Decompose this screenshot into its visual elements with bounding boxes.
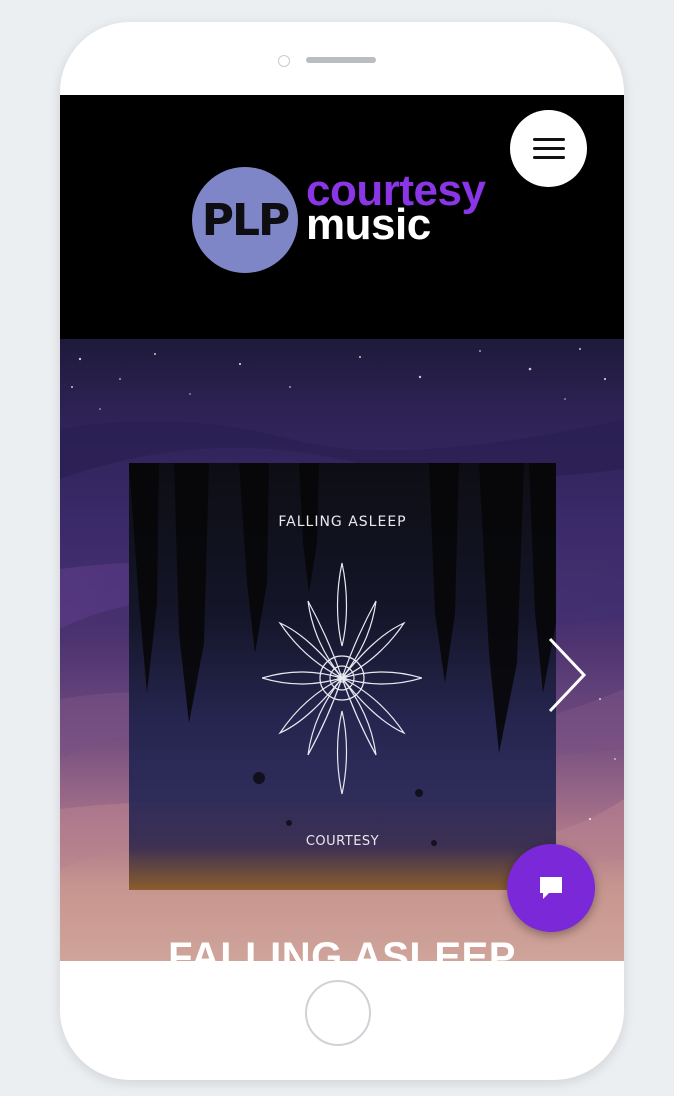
menu-button[interactable]	[510, 110, 587, 187]
logo-text-music: music	[306, 200, 431, 249]
logo-monogram: PLP	[201, 194, 291, 246]
chevron-right-icon[interactable]	[544, 635, 590, 715]
chat-button[interactable]	[507, 844, 595, 932]
hamburger-menu-icon-bar	[532, 156, 565, 159]
front-camera	[278, 55, 290, 67]
earpiece-speaker	[306, 57, 376, 63]
site-logo[interactable]: PLP courtesy music	[192, 167, 492, 277]
album-cover-artist: COURTESY	[305, 834, 380, 849]
song-title: FALLING ASLEEP	[168, 935, 516, 961]
site-header: PLP courtesy music	[60, 95, 624, 339]
chat-bubble-icon	[540, 877, 562, 899]
hamburger-menu-icon-bar	[532, 147, 565, 150]
phone-screen: PLP courtesy music FALLING ASLEEP COURTE…	[60, 95, 624, 961]
logo-monogram-circle: PLP	[192, 167, 298, 273]
album-cover[interactable]: FALLING ASLEEP COURTESY	[129, 463, 556, 890]
mandala-icon	[262, 562, 422, 795]
home-button[interactable]	[305, 980, 371, 1046]
album-cover-title: FALLING ASLEEP	[278, 514, 407, 530]
hamburger-menu-icon	[532, 138, 565, 141]
